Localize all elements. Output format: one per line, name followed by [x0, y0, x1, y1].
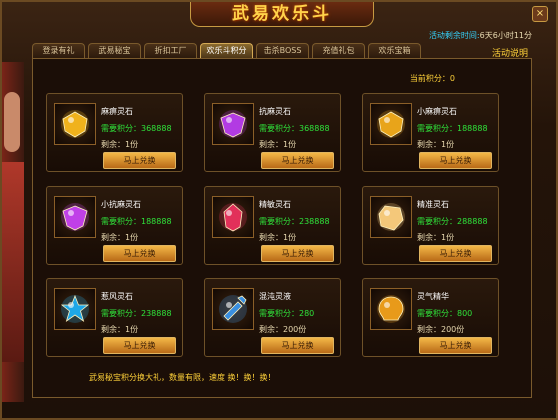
- exchange-item-card: 精敏灵石需要积分：238888 剩余：1份马上兑换: [204, 186, 341, 265]
- tab-bar: 登录有礼 武易秘宝 折扣工厂 欢乐斗积分 击杀BOSS 充值礼包 欢乐宝箱: [32, 43, 421, 58]
- character-robe: [2, 162, 24, 362]
- remaining-stock: 剩余：1份: [417, 233, 455, 242]
- required-points: 需要积分：238888: [101, 309, 172, 318]
- countdown: 活动剩余时间:6天6小时11分: [429, 30, 532, 41]
- red-gem-icon: [219, 203, 247, 232]
- remaining-stock: 剩余：200份: [417, 325, 465, 334]
- remaining-stock: 剩余：1份: [417, 140, 455, 149]
- countdown-value: 6天6小时11分: [479, 31, 532, 40]
- exchange-button[interactable]: 马上兑换: [103, 152, 176, 169]
- purple-gem-icon: [61, 203, 89, 231]
- item-name: 混沌灵液: [259, 292, 291, 301]
- title-banner: 武易欢乐斗: [190, 2, 374, 27]
- tab-discount[interactable]: 折扣工厂: [144, 43, 197, 58]
- item-name: 惹风灵石: [101, 292, 133, 301]
- exchange-button[interactable]: 马上兑换: [103, 245, 176, 262]
- gold-gem-icon: [377, 203, 405, 231]
- exchange-button[interactable]: 马上兑换: [419, 152, 492, 169]
- item-name: 小抗麻灵石: [101, 200, 141, 209]
- tab-login-gift[interactable]: 登录有礼: [32, 43, 85, 58]
- tab-treasure[interactable]: 武易秘宝: [88, 43, 141, 58]
- item-slot[interactable]: [370, 103, 412, 145]
- required-points: 需要积分：368888: [259, 124, 330, 133]
- item-slot[interactable]: [54, 288, 96, 330]
- item-slot[interactable]: [370, 196, 412, 238]
- item-slot[interactable]: [54, 103, 96, 145]
- tab-points[interactable]: 欢乐斗积分: [200, 43, 253, 58]
- yellow-gem-icon: [377, 110, 405, 138]
- exchange-button[interactable]: 马上兑换: [419, 245, 492, 262]
- required-points: 需要积分：368888: [101, 124, 172, 133]
- exchange-button[interactable]: 马上兑换: [261, 245, 334, 262]
- exchange-item-card: 麻痹灵石需要积分：368888 剩余：1份马上兑换: [46, 93, 183, 172]
- item-name: 精准灵石: [417, 200, 449, 209]
- window-title: 武易欢乐斗: [232, 4, 332, 24]
- exchange-item-card: 精准灵石需要积分：288888 剩余：1份马上兑换: [362, 186, 499, 265]
- item-name: 抗麻灵石: [259, 107, 291, 116]
- item-name: 灵气精华: [417, 292, 449, 301]
- character-face: [4, 92, 20, 152]
- exchange-item-card: 混沌灵液需要积分：280 剩余：200份马上兑换: [204, 278, 341, 357]
- footer-message: 武易秘宝积分换大礼，数量有限，速度 换！换！换！: [89, 373, 276, 382]
- remaining-stock: 剩余：1份: [101, 233, 139, 242]
- item-name: 小麻痹灵石: [417, 107, 457, 116]
- exchange-panel: 当前积分：0 麻痹灵石 需要积分：368888 剩余：1份 马上兑换 抗麻灵石 需要积分：…: [32, 58, 532, 398]
- exchange-item-card: 抗麻灵石需要积分：368888 剩余：1份马上兑换: [204, 93, 341, 172]
- skull-essence-icon: [377, 295, 405, 323]
- exchange-button[interactable]: 马上兑换: [419, 337, 492, 354]
- item-slot[interactable]: [212, 196, 254, 238]
- remaining-stock: 剩余：1份: [101, 140, 139, 149]
- required-points: 需要积分：188888: [417, 124, 488, 133]
- exchange-button[interactable]: 马上兑换: [103, 337, 176, 354]
- potion-icon: [219, 295, 247, 323]
- required-points: 需要积分：188888: [101, 217, 172, 226]
- item-name: 麻痹灵石: [101, 107, 133, 116]
- close-button[interactable]: ×: [532, 6, 548, 22]
- yellow-gem-icon: [61, 110, 89, 138]
- remaining-stock: 剩余：1份: [101, 325, 139, 334]
- remaining-stock: 剩余：200份: [259, 325, 307, 334]
- exchange-item-card: 小抗麻灵石需要积分：188888 剩余：1份马上兑换: [46, 186, 183, 265]
- item-name: 精敏灵石: [259, 200, 291, 209]
- character-portrait: [2, 62, 24, 402]
- item-slot[interactable]: [54, 196, 96, 238]
- exchange-button[interactable]: 马上兑换: [261, 337, 334, 354]
- exchange-item-card: 灵气精华需要积分：800 剩余：200份马上兑换: [362, 278, 499, 357]
- current-points: 当前积分：0: [409, 74, 455, 83]
- required-points: 需要积分：280: [259, 309, 315, 318]
- exchange-button[interactable]: 马上兑换: [261, 152, 334, 169]
- tab-boss[interactable]: 击杀BOSS: [256, 43, 309, 58]
- countdown-label: 活动剩余时间:: [428, 31, 480, 40]
- required-points: 需要积分：288888: [417, 217, 488, 226]
- item-slot[interactable]: [370, 288, 412, 330]
- item-slot[interactable]: [212, 288, 254, 330]
- remaining-stock: 剩余：1份: [259, 233, 297, 242]
- required-points: 需要积分：238888: [259, 217, 330, 226]
- item-slot[interactable]: [212, 103, 254, 145]
- event-window: 武易欢乐斗 × 活动剩余时间:6天6小时11分 活动说明 登录有礼 武易秘宝 折…: [0, 0, 558, 420]
- exchange-item-card: 小麻痹灵石需要积分：188888 剩余：1份马上兑换: [362, 93, 499, 172]
- remaining-stock: 剩余：1份: [259, 140, 297, 149]
- purple-gem-icon: [219, 110, 247, 138]
- required-points: 需要积分：800: [417, 309, 473, 318]
- tab-recharge[interactable]: 充值礼包: [312, 43, 365, 58]
- tab-chest[interactable]: 欢乐宝箱: [368, 43, 421, 58]
- blue-star-gem-icon: [60, 294, 90, 323]
- exchange-item-card: 惹风灵石需要积分：238888 剩余：1份马上兑换: [46, 278, 183, 357]
